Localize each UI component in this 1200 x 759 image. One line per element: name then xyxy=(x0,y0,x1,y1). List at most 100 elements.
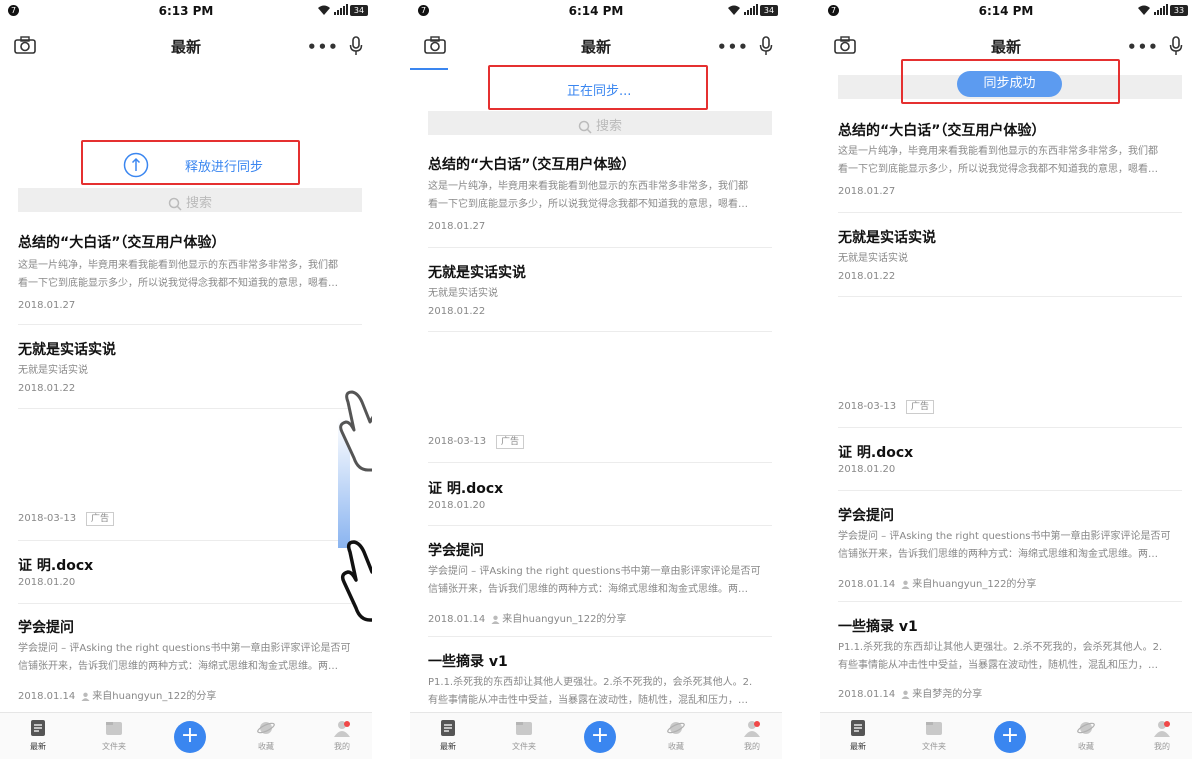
article-date: 2018.01.14 xyxy=(838,689,896,700)
tab-folder[interactable]: 文件夹 xyxy=(494,719,554,752)
article-author: 来自梦尧的分享 xyxy=(912,689,983,700)
tab-latest[interactable]: 最新 xyxy=(8,719,68,752)
highlight-frame xyxy=(901,59,1120,104)
document-icon xyxy=(441,720,455,736)
divider xyxy=(838,490,1182,491)
tab-profile[interactable]: 我的 xyxy=(1132,719,1192,752)
battery-icon: 34 xyxy=(760,5,778,16)
microphone-icon[interactable] xyxy=(349,36,363,56)
wifi-icon xyxy=(318,5,330,15)
planet-icon xyxy=(1077,722,1095,734)
search-placeholder: 搜索 xyxy=(185,196,212,211)
article-title: 一些摘录 v1 xyxy=(838,619,918,635)
divider xyxy=(428,247,772,248)
article-date: 2018.01.27 xyxy=(838,186,896,197)
article-snippet: 学会提问 – 评Asking the right questions书中第一章由… xyxy=(18,643,351,672)
article-date: 2018.01.20 xyxy=(428,500,486,511)
person-icon xyxy=(901,580,910,589)
divider xyxy=(838,427,1182,428)
battery-icon: 33 xyxy=(1170,5,1188,16)
more-icon[interactable]: ••• xyxy=(307,38,339,56)
search-bar[interactable]: 搜索 xyxy=(18,188,362,212)
more-icon[interactable]: ••• xyxy=(717,38,749,56)
more-icon[interactable]: ••• xyxy=(1127,38,1159,56)
article-date: 2018.01.22 xyxy=(428,306,486,317)
release-to-sync-label: 释放进行同步 xyxy=(185,160,264,175)
tab-favorites[interactable]: 收藏 xyxy=(1056,719,1116,752)
article-date: 2018.01.22 xyxy=(838,271,896,282)
person-icon xyxy=(901,690,910,699)
hand-pointer-icon xyxy=(340,540,372,622)
divider xyxy=(18,603,362,604)
notification-dot xyxy=(1164,721,1170,727)
wifi-icon xyxy=(728,5,740,15)
tab-folder[interactable]: 文件夹 xyxy=(84,719,144,752)
article-date: 2018.01.27 xyxy=(18,300,76,311)
tab-favorites[interactable]: 收藏 xyxy=(236,719,296,752)
tab-profile[interactable]: 我的 xyxy=(722,719,782,752)
search-bar[interactable]: 搜索 xyxy=(428,111,772,135)
divider xyxy=(838,601,1182,602)
search-icon xyxy=(578,120,592,134)
article-title: 证 明.docx xyxy=(838,445,914,461)
divider xyxy=(838,296,1182,297)
article-title: 学会提问 xyxy=(838,508,894,524)
status-bar: 7 6:14 PM 33 xyxy=(820,0,1192,22)
phone-screen-sync-success: 7 6:14 PM 33 最新 ••• 同步成功 总结的“大白话”（交互用户体验… xyxy=(820,0,1192,759)
signal-icon xyxy=(744,4,758,15)
app-header: 最新 ••• xyxy=(820,30,1192,62)
article-title: 无就是实话实说 xyxy=(18,342,116,358)
status-bar: 7 6:14 PM 34 xyxy=(410,0,782,22)
tab-favorites[interactable]: 收藏 xyxy=(646,719,706,752)
ad-badge: 广告 xyxy=(906,400,935,414)
article-title: 无就是实话实说 xyxy=(428,265,526,281)
article-snippet: 无就是实话实说 xyxy=(18,365,88,376)
microphone-icon[interactable] xyxy=(1169,36,1183,56)
article-date: 2018.01.20 xyxy=(838,464,896,475)
article-snippet: 这是一片纯净，毕竟用来看我能看到他显示的东西非常多非常多，我们都 看一下它到底能显… xyxy=(18,260,338,289)
article-title: 一些摘录 v1 xyxy=(428,654,508,670)
person-icon xyxy=(491,615,500,624)
divider xyxy=(18,540,362,541)
tab-latest[interactable]: 最新 xyxy=(828,719,888,752)
tab-folder[interactable]: 文件夹 xyxy=(904,719,964,752)
hand-pointer-icon xyxy=(339,390,372,472)
divider xyxy=(428,462,772,463)
article-date: 2018.01.22 xyxy=(18,383,76,394)
article-date: 2018.01.20 xyxy=(18,577,76,588)
article-title: 总结的“大白话”（交互用户体验） xyxy=(18,235,226,251)
article-author: 来自huangyun_122的分享 xyxy=(92,691,217,702)
ad-date: 2018-03-13 xyxy=(838,401,897,412)
article-snippet: 无就是实话实说 xyxy=(428,288,498,299)
article-author: 来自huangyun_122的分享 xyxy=(912,579,1037,590)
status-time: 6:14 PM xyxy=(568,4,624,18)
signal-icon xyxy=(1154,4,1168,15)
add-button[interactable]: + xyxy=(174,721,206,753)
divider xyxy=(428,636,772,637)
phone-screen-release-to-sync: 7 6:13 PM 34 最新 ••• 释放进行同步 搜索 总结的“大白话”（交… xyxy=(0,0,372,759)
search-icon xyxy=(168,197,182,211)
ad-date: 2018-03-13 xyxy=(18,513,77,524)
planet-icon xyxy=(257,722,275,734)
article-meta: 2018.01.14 来自huangyun_122的分享 xyxy=(428,610,626,625)
search-placeholder: 搜索 xyxy=(595,119,622,134)
syncing-label: 正在同步... xyxy=(567,84,632,99)
article-date: 2018.01.14 xyxy=(428,614,486,625)
article-date: 2018.01.14 xyxy=(18,691,76,702)
article-date: 2018.01.14 xyxy=(838,579,896,590)
ad-badge: 广告 xyxy=(496,435,525,449)
article-title: 证 明.docx xyxy=(428,481,504,497)
app-header: 最新 ••• xyxy=(410,30,782,62)
article-snippet: 这是一片纯净，毕竟用来看我能看到他显示的东西非常多非常多，我们都 看一下它到底能显… xyxy=(838,146,1158,175)
tab-profile[interactable]: 我的 xyxy=(312,719,372,752)
status-bar: 7 6:13 PM 34 xyxy=(0,0,372,22)
tab-latest[interactable]: 最新 xyxy=(418,719,478,752)
add-button[interactable]: + xyxy=(994,721,1026,753)
article-snippet: 这是一片纯净，毕竟用来看我能看到他显示的东西非常多非常多，我们都 看一下它到底能显… xyxy=(428,181,748,210)
planet-icon xyxy=(667,722,685,734)
article-title: 总结的“大白话”（交互用户体验） xyxy=(838,123,1046,139)
article-snippet: P1.1.杀死我的东西却让其他人更强壮。2.杀不死我的，会杀死其他人。2. 有些事… xyxy=(428,677,753,706)
microphone-icon[interactable] xyxy=(759,36,773,56)
add-button[interactable]: + xyxy=(584,721,616,753)
arrow-up-circle-icon xyxy=(123,152,149,178)
